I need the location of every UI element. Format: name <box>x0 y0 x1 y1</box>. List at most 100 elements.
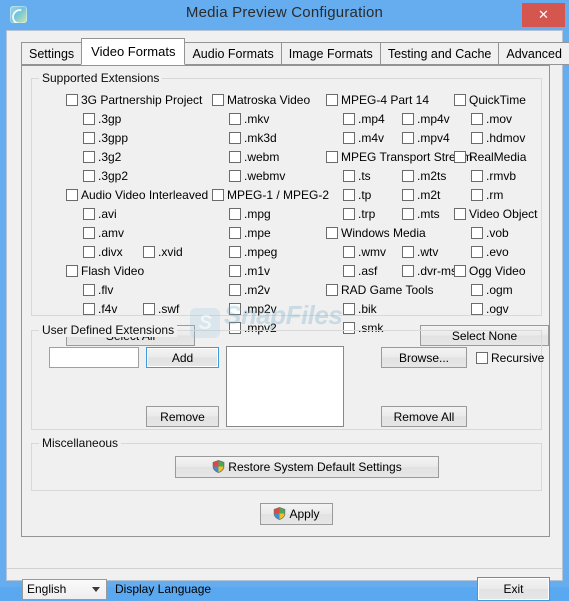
checkbox-mts[interactable]: .mts <box>402 207 440 223</box>
checkbox-box[interactable] <box>229 132 241 144</box>
checkbox-box[interactable] <box>343 208 355 220</box>
checkbox-ts[interactable]: .ts <box>343 169 371 185</box>
checkbox-divx[interactable]: .divx <box>83 245 123 261</box>
checkbox-3g-partnership-project[interactable]: 3G Partnership Project <box>66 93 202 109</box>
checkbox-mpeg[interactable]: .mpeg <box>229 245 277 261</box>
checkbox-box[interactable] <box>83 208 95 220</box>
checkbox-box[interactable] <box>402 189 414 201</box>
checkbox-amv[interactable]: .amv <box>83 226 124 242</box>
checkbox-flv[interactable]: .flv <box>83 283 113 299</box>
checkbox-flash-video[interactable]: Flash Video <box>66 264 144 280</box>
checkbox-audio-video-interleaved[interactable]: Audio Video Interleaved <box>66 188 208 204</box>
close-button[interactable]: ✕ <box>522 3 565 27</box>
checkbox-dvr-ms[interactable]: .dvr-ms <box>402 264 457 280</box>
checkbox-mpeg1-mpeg2[interactable]: MPEG-1 / MPEG-2 <box>212 188 329 204</box>
checkbox-box[interactable] <box>326 151 338 163</box>
checkbox-box[interactable] <box>229 284 241 296</box>
user-extension-input[interactable] <box>49 347 139 368</box>
checkbox-vob[interactable]: .vob <box>471 226 509 242</box>
tab-image-formats[interactable]: Image Formats <box>281 42 381 65</box>
checkbox-3gpp[interactable]: .3gpp <box>83 131 128 147</box>
apply-button[interactable]: Apply <box>260 503 333 525</box>
remove-extension-button[interactable]: Remove <box>146 406 219 427</box>
checkbox-swf[interactable]: .swf <box>143 302 179 318</box>
add-extension-button[interactable]: Add <box>146 347 219 368</box>
checkbox-box[interactable] <box>471 189 483 201</box>
remove-all-button[interactable]: Remove All <box>381 406 467 427</box>
checkbox-3g2[interactable]: .3g2 <box>83 150 121 166</box>
checkbox-box[interactable] <box>471 303 483 315</box>
checkbox-f4v[interactable]: .f4v <box>83 302 117 318</box>
checkbox-rm[interactable]: .rm <box>471 188 503 204</box>
checkbox-3gp[interactable]: .3gp <box>83 112 121 128</box>
checkbox-box[interactable] <box>66 265 78 277</box>
checkbox-mp4v[interactable]: .mp4v <box>402 112 450 128</box>
checkbox-3gp2[interactable]: .3gp2 <box>83 169 128 185</box>
checkbox-wmv[interactable]: .wmv <box>343 245 386 261</box>
checkbox-box[interactable] <box>343 303 355 315</box>
checkbox-realmedia[interactable]: RealMedia <box>454 150 526 166</box>
checkbox-box[interactable] <box>229 246 241 258</box>
checkbox-mpv4[interactable]: .mpv4 <box>402 131 450 147</box>
checkbox-avi[interactable]: .avi <box>83 207 117 223</box>
checkbox-box[interactable] <box>229 170 241 182</box>
checkbox-rad-game-tools[interactable]: RAD Game Tools <box>326 283 433 299</box>
checkbox-box[interactable] <box>83 246 95 258</box>
checkbox-ogv[interactable]: .ogv <box>471 302 509 318</box>
checkbox-box[interactable] <box>143 246 155 258</box>
checkbox-box[interactable] <box>83 170 95 182</box>
checkbox-trp[interactable]: .trp <box>343 207 375 223</box>
checkbox-box[interactable] <box>66 189 78 201</box>
checkbox-windows-media[interactable]: Windows Media <box>326 226 426 242</box>
checkbox-box[interactable] <box>471 246 483 258</box>
checkbox-box[interactable] <box>471 227 483 239</box>
checkbox-box[interactable] <box>229 151 241 163</box>
checkbox-box[interactable] <box>229 303 241 315</box>
checkbox-box[interactable] <box>471 170 483 182</box>
checkbox-box[interactable] <box>471 132 483 144</box>
checkbox-box[interactable] <box>343 132 355 144</box>
checkbox-mk3d[interactable]: .mk3d <box>229 131 277 147</box>
checkbox-quicktime[interactable]: QuickTime <box>454 93 526 109</box>
checkbox-xvid[interactable]: .xvid <box>143 245 183 261</box>
checkbox-evo[interactable]: .evo <box>471 245 509 261</box>
checkbox-video-object[interactable]: Video Object <box>454 207 538 223</box>
checkbox-mp4[interactable]: .mp4 <box>343 112 385 128</box>
checkbox-recursive[interactable]: Recursive <box>476 351 544 367</box>
checkbox-ogg-video[interactable]: Ogg Video <box>454 264 526 280</box>
checkbox-webmv[interactable]: .webmv <box>229 169 285 185</box>
tab-video-formats[interactable]: Video Formats <box>81 38 185 65</box>
checkbox-mpeg-transport-stream[interactable]: MPEG Transport Stream <box>326 150 472 166</box>
checkbox-box[interactable] <box>229 113 241 125</box>
exit-button[interactable]: Exit <box>477 577 550 601</box>
checkbox-box[interactable] <box>402 265 414 277</box>
checkbox-mpeg4-part-14[interactable]: MPEG-4 Part 14 <box>326 93 429 109</box>
checkbox-mp2v[interactable]: .mp2v <box>229 302 277 318</box>
checkbox-mpg[interactable]: .mpg <box>229 207 271 223</box>
checkbox-box[interactable] <box>402 246 414 258</box>
checkbox-box[interactable] <box>212 189 224 201</box>
checkbox-box[interactable] <box>83 132 95 144</box>
checkbox-m2ts[interactable]: .m2ts <box>402 169 446 185</box>
checkbox-box[interactable] <box>476 352 488 364</box>
checkbox-mov[interactable]: .mov <box>471 112 512 128</box>
checkbox-box[interactable] <box>66 94 78 106</box>
checkbox-m2t[interactable]: .m2t <box>402 188 440 204</box>
checkbox-m2v[interactable]: .m2v <box>229 283 270 299</box>
checkbox-box[interactable] <box>83 303 95 315</box>
checkbox-bik[interactable]: .bik <box>343 302 377 318</box>
checkbox-box[interactable] <box>471 284 483 296</box>
checkbox-hdmov[interactable]: .hdmov <box>471 131 525 147</box>
checkbox-box[interactable] <box>143 303 155 315</box>
checkbox-box[interactable] <box>454 208 466 220</box>
checkbox-m4v[interactable]: .m4v <box>343 131 384 147</box>
checkbox-box[interactable] <box>471 113 483 125</box>
tab-advanced[interactable]: Advanced <box>498 42 569 65</box>
checkbox-rmvb[interactable]: .rmvb <box>471 169 516 185</box>
checkbox-box[interactable] <box>83 284 95 296</box>
checkbox-webm[interactable]: .webm <box>229 150 279 166</box>
checkbox-box[interactable] <box>229 227 241 239</box>
checkbox-m1v[interactable]: .m1v <box>229 264 270 280</box>
checkbox-tp[interactable]: .tp <box>343 188 371 204</box>
checkbox-wtv[interactable]: .wtv <box>402 245 438 261</box>
